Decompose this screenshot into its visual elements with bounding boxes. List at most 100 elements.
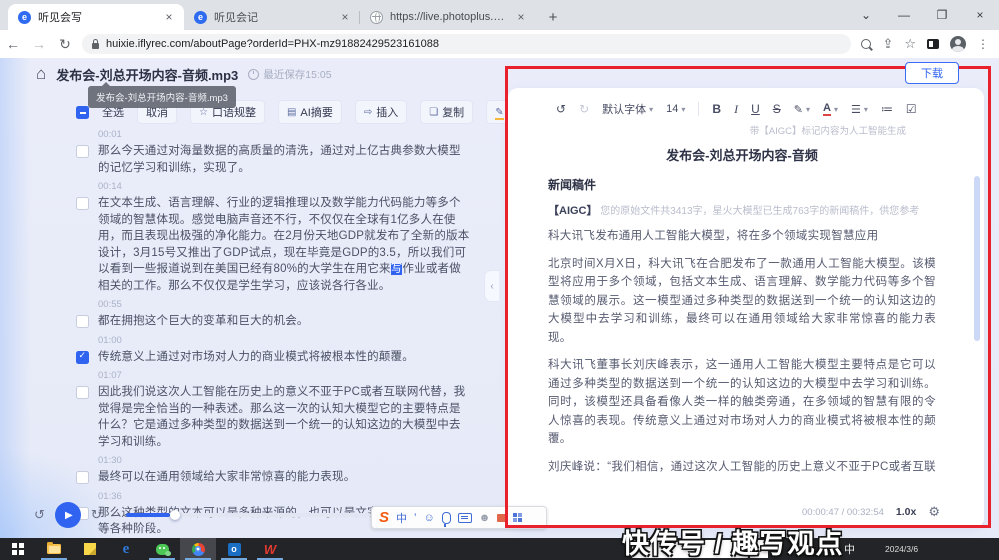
- segment-text[interactable]: 传统意义上通过对市场对人力的商业模式将被根本性的颠覆。: [98, 349, 470, 366]
- url-text: huixie.iflyrec.com/aboutPage?orderId=PHX…: [106, 38, 439, 50]
- transcript-segment: 00:14 在文本生成、语言理解、行业的逻辑推理以及数学能力代码能力等多个领域的…: [76, 181, 476, 294]
- font-size-select[interactable]: 14▾: [666, 103, 685, 115]
- grid-icon[interactable]: [513, 513, 522, 522]
- copy-icon: ❏: [429, 107, 438, 118]
- scrollbar-thumb[interactable]: [974, 176, 980, 341]
- timestamp: 00:01: [98, 129, 476, 140]
- home-icon[interactable]: ⌂: [36, 64, 46, 84]
- play-button[interactable]: ▶: [55, 502, 81, 528]
- chevron-down-icon: ▾: [681, 105, 685, 114]
- segment-text[interactable]: 最终可以在通用领域给大家非常惊喜的能力表现。: [98, 469, 470, 486]
- microphone-icon[interactable]: [442, 512, 451, 524]
- sticky-notes-icon: [84, 543, 96, 555]
- transcript-list: 00:01 那么今天通过对海量数据的高质量的清洗，通过对上亿古典参数大模型的记忆…: [76, 124, 476, 557]
- close-button[interactable]: ×: [961, 0, 999, 30]
- address-bar[interactable]: huixie.iflyrec.com/aboutPage?orderId=PHX…: [82, 34, 851, 54]
- taskbar-outlook[interactable]: o: [216, 538, 252, 560]
- share-icon[interactable]: ⇪: [882, 36, 893, 52]
- keyboard-icon[interactable]: [458, 513, 472, 523]
- speed-indicator[interactable]: 1.0x: [896, 506, 916, 518]
- strikethrough-button[interactable]: S: [773, 102, 781, 116]
- reload-icon[interactable]: ↻: [52, 36, 78, 53]
- maximize-button[interactable]: ❐: [923, 0, 961, 30]
- rewind-5s-icon[interactable]: ↺: [34, 507, 45, 523]
- toolbox-icon[interactable]: [497, 514, 506, 522]
- italic-button[interactable]: I: [734, 102, 738, 117]
- side-panel-icon[interactable]: [927, 39, 939, 49]
- bookmark-star-icon[interactable]: ☆: [904, 36, 916, 52]
- tab-huixie[interactable]: e 听见会写 ×: [8, 4, 184, 30]
- ai-summary-button[interactable]: ▤AI摘要: [278, 100, 342, 124]
- tab-close-icon[interactable]: ×: [338, 10, 352, 24]
- tray-date[interactable]: 2024/3/6: [885, 544, 918, 554]
- tray-ime-indicator[interactable]: 中: [844, 541, 855, 557]
- font-color-button[interactable]: A▾: [823, 102, 838, 116]
- transcript-segment: 01:30 最终可以在通用领域给大家非常惊喜的能力表现。: [76, 455, 476, 486]
- checklist-button[interactable]: ☑: [906, 102, 917, 116]
- align-button[interactable]: ☰▾: [851, 103, 868, 116]
- document-body[interactable]: 发布会-刘总开场内容-音频 新闻稿件 【AIGC】 您的原始文件共3413字，星…: [548, 145, 936, 475]
- select-all-checkbox[interactable]: [76, 106, 89, 119]
- font-family-select[interactable]: 默认字体▾: [602, 101, 653, 117]
- undo-icon[interactable]: ↺: [556, 102, 566, 116]
- highlight-color-button[interactable]: ✎▾: [794, 103, 810, 116]
- tab-close-icon[interactable]: ×: [162, 10, 176, 24]
- tab-photoplus[interactable]: https://live.photoplus.cn/live/ ×: [360, 4, 536, 30]
- bold-button[interactable]: B: [712, 102, 721, 116]
- segment-checkbox[interactable]: [76, 315, 89, 328]
- gear-icon[interactable]: ⚙: [928, 504, 940, 520]
- segment-text[interactable]: 都在拥抱这个巨大的变革和巨大的机会。: [98, 313, 470, 330]
- tab-label: 听见会写: [38, 9, 155, 25]
- zoom-icon[interactable]: [861, 39, 871, 49]
- tab-label: https://live.photoplus.cn/live/: [390, 11, 507, 23]
- segment-checkbox[interactable]: [76, 197, 89, 210]
- progress-thumb[interactable]: [170, 510, 180, 520]
- copy-button[interactable]: ❏复制: [420, 100, 473, 124]
- list-button[interactable]: ≔: [881, 102, 893, 116]
- contacts-icon[interactable]: ☻: [479, 512, 491, 524]
- menu-dots-icon[interactable]: ⋮: [977, 37, 989, 51]
- profile-avatar[interactable]: [950, 36, 966, 52]
- start-button[interactable]: [0, 538, 36, 560]
- forward-5s-icon[interactable]: ↻: [91, 507, 102, 523]
- highlighter-icon: ✎: [495, 107, 503, 118]
- smiley-icon[interactable]: ☺: [423, 512, 434, 524]
- segment-text[interactable]: 因此我们说这次人工智能在历史上的意义不亚于PC或者互联网代替，我觉得是完全恰当的…: [98, 384, 470, 450]
- taskbar-wps[interactable]: W: [252, 538, 288, 560]
- segment-checkbox[interactable]: [76, 386, 89, 399]
- underline-button[interactable]: U: [751, 102, 760, 116]
- timestamp: 00:14: [98, 181, 476, 192]
- ai-doc-icon: ▤: [287, 107, 296, 118]
- segment-text[interactable]: 那么今天通过对海量数据的高质量的清洗，通过对上亿古典参数大模型的记忆学习和训练，…: [98, 143, 470, 176]
- sogou-logo-icon[interactable]: S: [379, 509, 389, 526]
- document-heading: 新闻稿件: [548, 176, 936, 193]
- segment-checkbox[interactable]: [76, 145, 89, 158]
- segment-text[interactable]: 在文本生成、语言理解、行业的逻辑推理以及数学能力代码能力等多个领域的智慧体现。感…: [98, 195, 470, 294]
- new-tab-button[interactable]: +: [542, 6, 564, 28]
- taskbar-edge[interactable]: e: [108, 538, 144, 560]
- taskbar-sticky-notes[interactable]: [72, 538, 108, 560]
- taskbar-file-explorer[interactable]: [36, 538, 72, 560]
- progress-slider[interactable]: [126, 513, 371, 517]
- page: ⌂ 发布会-刘总开场内容-音频.mp3 最近保存15:05 发布会-刘总开场内容…: [0, 58, 999, 538]
- filename-tooltip: 发布会-刘总开场内容-音频.mp3: [88, 86, 236, 108]
- minimize-button[interactable]: —: [885, 0, 923, 30]
- tab-search-chevron-icon[interactable]: ⌄: [847, 0, 885, 30]
- pinyin-mode-icon[interactable]: 中: [396, 510, 407, 526]
- page-header: ⌂ 发布会-刘总开场内容-音频.mp3 最近保存15:05: [36, 64, 332, 84]
- segment-checkbox[interactable]: [76, 471, 89, 484]
- taskbar-wechat[interactable]: [144, 538, 180, 560]
- taskbar-chrome[interactable]: [180, 538, 216, 560]
- divider: [698, 102, 699, 116]
- tab-huiji[interactable]: e 听见会记 ×: [184, 4, 360, 30]
- apostrophe-icon[interactable]: ’: [414, 512, 416, 524]
- chrome-icon: [192, 543, 205, 556]
- tab-close-icon[interactable]: ×: [514, 10, 528, 24]
- back-icon[interactable]: ←: [0, 36, 26, 52]
- segment-checkbox[interactable]: [76, 351, 89, 364]
- redo-icon[interactable]: ↻: [579, 102, 589, 116]
- panel-collapse-handle[interactable]: ‹: [484, 270, 499, 302]
- insert-button[interactable]: ⇨插入: [355, 100, 407, 124]
- forward-icon[interactable]: →: [26, 36, 52, 52]
- download-button[interactable]: 下载: [905, 62, 959, 84]
